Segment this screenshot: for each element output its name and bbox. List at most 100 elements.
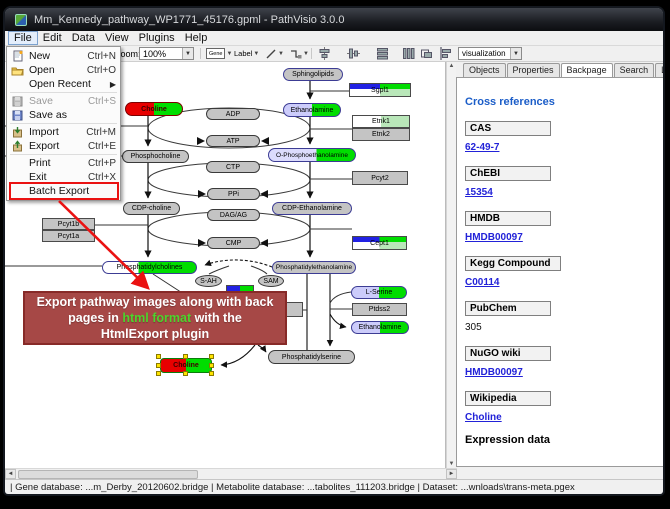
visualization-combobox[interactable]: visualization ▼ xyxy=(458,47,522,60)
selection-handle[interactable] xyxy=(156,354,161,359)
tab-objects[interactable]: Objects xyxy=(463,63,506,77)
node-phosphatidylethanolamine[interactable]: Phosphatidylethanolamine xyxy=(272,261,356,274)
label-dropdown-icon[interactable]: ▼ xyxy=(253,51,259,57)
file-menu-import[interactable]: ImportCtrl+M xyxy=(7,125,120,139)
selection-handle[interactable] xyxy=(156,371,161,376)
align-center-y-button[interactable] xyxy=(347,47,360,60)
menu-plugins[interactable]: Plugins xyxy=(134,31,180,45)
common-size-button[interactable] xyxy=(420,47,433,60)
gene-dropdown-icon[interactable]: ▼ xyxy=(226,51,232,57)
xref-link[interactable]: 15354 xyxy=(465,187,493,198)
xref-header: ChEBI xyxy=(465,166,551,181)
gene-node-etnk2[interactable]: Etnk2 xyxy=(352,128,410,141)
export-icon xyxy=(10,140,25,152)
file-menu-open-recent[interactable]: Open Recent▶ xyxy=(7,77,120,91)
node-phosphocholine[interactable]: Phosphocholine xyxy=(122,150,189,163)
distribute-vertical-button[interactable] xyxy=(376,47,389,60)
node-cdp-choline[interactable]: CDP-choline xyxy=(123,202,180,215)
selection-handle[interactable] xyxy=(183,354,188,359)
selection-handle[interactable] xyxy=(209,363,214,368)
node-ppi[interactable]: PPi xyxy=(207,188,260,200)
xref-link[interactable]: C00114 xyxy=(465,277,499,288)
distribute-horizontal-button[interactable] xyxy=(402,47,415,60)
zoom-value: 100% xyxy=(143,49,166,59)
file-menu-print[interactable]: PrintCtrl+P xyxy=(7,156,120,170)
zoom-combobox[interactable]: 100% ▼ xyxy=(139,47,194,60)
tab-legend[interactable]: Legend xyxy=(655,63,665,77)
menu-file[interactable]: File xyxy=(8,31,38,45)
label-tool-button[interactable]: Label ▼ xyxy=(234,47,259,60)
gene-node-pcyt1b[interactable]: Pcyt1b xyxy=(42,218,95,230)
menu-view[interactable]: View xyxy=(100,31,134,45)
gene-node-ptdss2[interactable]: Ptdss2 xyxy=(352,303,407,316)
xref-header: NuGO wiki xyxy=(465,346,551,361)
file-menu-save-as[interactable]: Save as xyxy=(7,108,120,122)
xref-link[interactable]: HMDB00097 xyxy=(465,232,523,243)
node-adp[interactable]: ADP xyxy=(206,108,260,120)
file-menu-open[interactable]: OpenCtrl+O xyxy=(7,63,120,77)
xref-link[interactable]: 62-49-7 xyxy=(465,142,499,153)
file-menu-save[interactable]: SaveCtrl+S xyxy=(7,94,120,108)
xref-section-hmdb: HMDB HMDB00097 xyxy=(465,211,665,243)
scroll-left-icon[interactable]: ◄ xyxy=(5,469,16,479)
backpage-content[interactable]: Cross references CAS 62-49-7 ChEBI 15354… xyxy=(456,77,665,467)
node-cmp[interactable]: CMP xyxy=(207,237,260,249)
selection-handle[interactable] xyxy=(209,354,214,359)
canvas-horizontal-scrollbar[interactable]: ◄ ► xyxy=(5,468,457,479)
tab-search[interactable]: Search xyxy=(614,63,655,77)
gene-node-pcyt2[interactable]: Pcyt2 xyxy=(352,171,408,185)
save-icon xyxy=(10,95,25,107)
tab-properties[interactable]: Properties xyxy=(507,63,560,77)
node-atp[interactable]: ATP xyxy=(206,135,260,147)
app-icon xyxy=(15,14,27,26)
scroll-right-icon[interactable]: ► xyxy=(446,469,457,479)
node-choline[interactable]: Choline xyxy=(125,102,183,116)
node-sam[interactable]: SAM xyxy=(258,275,284,287)
node-ethanolamine[interactable]: Ethanolamine xyxy=(283,103,341,117)
line-tool-button[interactable]: ▼ xyxy=(265,47,284,60)
scroll-down-icon[interactable]: ▼ xyxy=(449,461,455,467)
selection-handle[interactable] xyxy=(209,371,214,376)
menu-data[interactable]: Data xyxy=(67,31,100,45)
align-left-button[interactable] xyxy=(439,47,452,60)
scroll-up-icon[interactable]: ▲ xyxy=(449,63,455,69)
canvas-vertical-scrollbar[interactable]: ▲ ▼ xyxy=(446,62,456,468)
align-center-x-button[interactable] xyxy=(318,47,331,60)
gene-node-sgpl1[interactable]: Sgpl1 xyxy=(349,83,411,97)
node-phosphatidylcholines[interactable]: Phosphatidylcholines xyxy=(102,261,197,274)
xref-link[interactable]: Choline xyxy=(465,412,502,423)
gene-node-etnk1[interactable]: Etnk1 xyxy=(352,115,410,128)
gene-tool-button[interactable]: Gene ▼ xyxy=(206,47,232,60)
pathvisio-window: Mm_Kennedy_pathway_WP1771_45176.gpml - P… xyxy=(3,6,665,496)
menu-edit[interactable]: Edit xyxy=(38,31,67,45)
menu-help[interactable]: Help xyxy=(180,31,213,45)
node-phosphatidylserine[interactable]: Phosphatidylserine xyxy=(268,350,355,364)
xref-section-nugo: NuGO wiki HMDB00097 xyxy=(465,346,665,378)
visualization-dropdown-icon[interactable]: ▼ xyxy=(510,48,521,59)
selection-handle[interactable] xyxy=(156,363,161,368)
node-dag-ag[interactable]: DAG/AG xyxy=(207,209,260,221)
node-o-phosphoethanolamine[interactable]: O-Phosphoethanolamine xyxy=(268,148,356,162)
xref-section-kegg: Kegg Compound C00114 xyxy=(465,256,665,288)
node-l-serine[interactable]: L-Serine xyxy=(351,286,407,299)
title-bar[interactable]: Mm_Kennedy_pathway_WP1771_45176.gpml - P… xyxy=(5,8,663,31)
align-left-icon xyxy=(439,47,452,60)
xref-header: PubChem xyxy=(465,301,551,316)
gene-node-cept1[interactable]: Cept1 xyxy=(352,236,407,250)
scrollbar-thumb[interactable] xyxy=(18,470,198,479)
node-sphingolipids[interactable]: Sphingolipids xyxy=(283,68,343,81)
tab-backpage[interactable]: Backpage xyxy=(561,63,613,77)
file-menu-export[interactable]: ExportCtrl+E xyxy=(7,139,120,153)
file-menu-new[interactable]: NewCtrl+N xyxy=(7,49,120,63)
submenu-arrow-icon: ▶ xyxy=(110,80,116,89)
node-ethanolamine-bottom[interactable]: Ethanolamine xyxy=(351,321,409,334)
selection-handle[interactable] xyxy=(183,371,188,376)
connector-tool-button[interactable]: ▼ xyxy=(289,47,309,60)
zoom-dropdown-icon[interactable]: ▼ xyxy=(182,48,193,59)
xref-link[interactable]: HMDB00097 xyxy=(465,367,523,378)
node-sah[interactable]: S-AH xyxy=(195,275,222,287)
gene-node-pcyt1a[interactable]: Pcyt1a xyxy=(42,230,95,242)
node-cdp-ethanolamine[interactable]: CDP-Ethanolamine xyxy=(272,202,352,215)
side-panel-tabs: Objects Properties Backpage Search Legen… xyxy=(456,62,665,77)
node-ctp[interactable]: CTP xyxy=(206,161,260,173)
